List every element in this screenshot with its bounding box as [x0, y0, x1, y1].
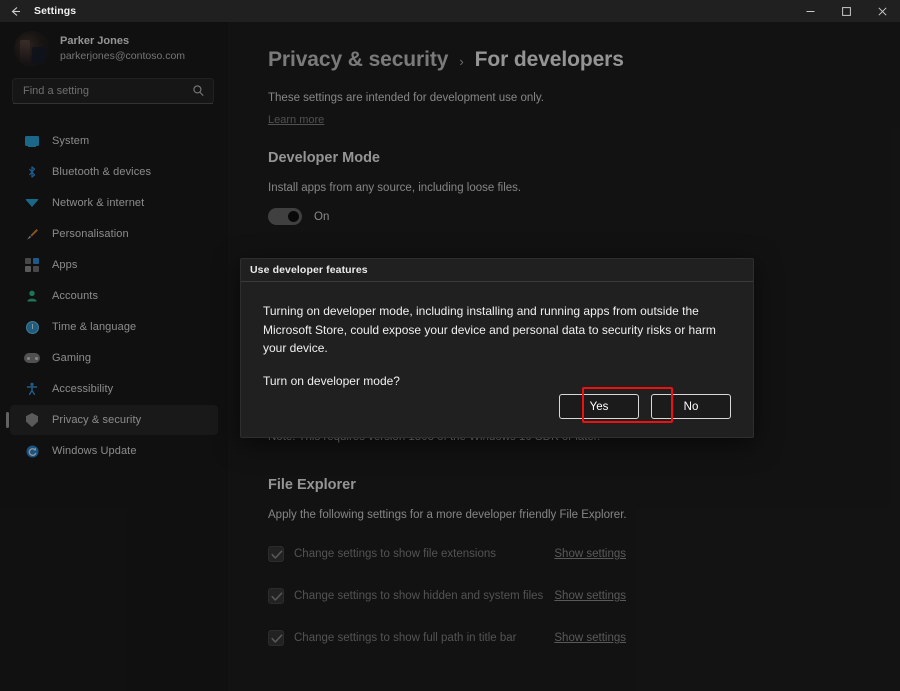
- settings-window: Settings Parker Jones parkerjones@contos…: [0, 0, 900, 691]
- use-developer-features-dialog: Use developer features Turning on develo…: [240, 258, 754, 438]
- dialog-message: Turning on developer mode, including ins…: [263, 304, 716, 356]
- yes-button[interactable]: Yes: [559, 394, 639, 419]
- minimize-button[interactable]: [792, 0, 828, 22]
- dialog-title: Use developer features: [250, 264, 368, 276]
- window-title: Settings: [34, 5, 77, 17]
- dialog-question: Turn on developer mode?: [263, 373, 400, 388]
- no-button[interactable]: No: [651, 394, 731, 419]
- dialog-actions: Yes No: [263, 394, 731, 437]
- close-button[interactable]: [864, 0, 900, 22]
- title-bar: Settings: [0, 0, 900, 22]
- dialog-header: Use developer features: [241, 259, 753, 282]
- dialog-body: Turning on developer mode, including ins…: [241, 282, 753, 437]
- back-arrow-icon[interactable]: [0, 0, 30, 22]
- window-controls: [792, 0, 900, 22]
- maximize-button[interactable]: [828, 0, 864, 22]
